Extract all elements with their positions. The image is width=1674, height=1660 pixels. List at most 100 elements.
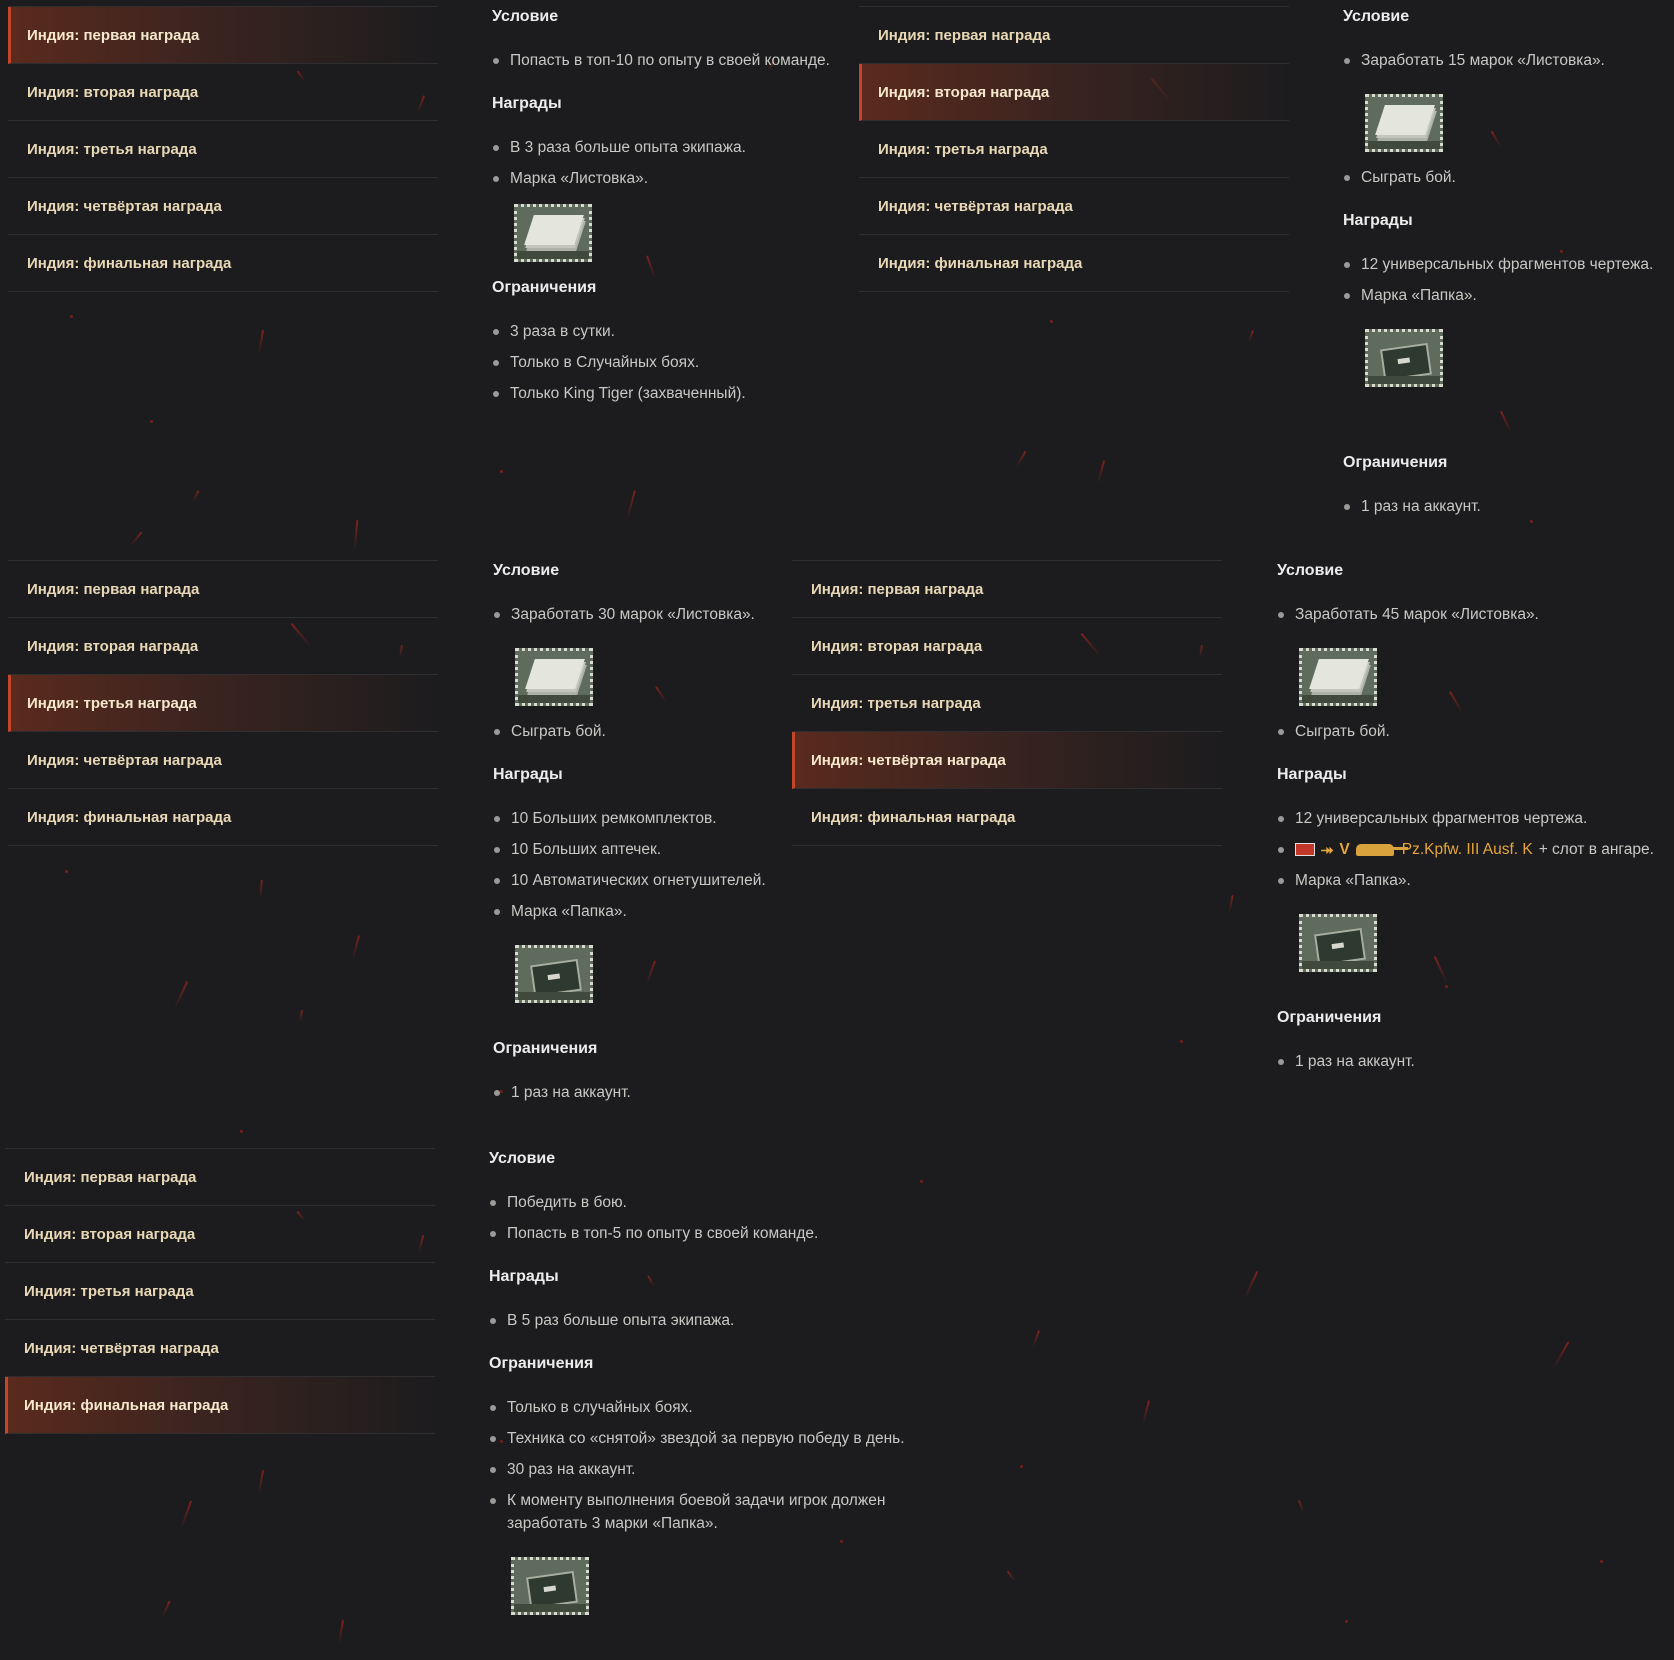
restrictions-list: Только в случайных боях. Техника со «сня… (489, 1396, 909, 1535)
menu-item-first[interactable]: Индия: первая награда (8, 561, 438, 618)
ember-spark (1031, 1330, 1041, 1348)
quest-detail-2: Условие Заработать 15 марок «Листовка». … (1343, 5, 1673, 518)
menu-item-final[interactable]: Индия: финальная награда (8, 789, 438, 846)
menu-item-fourth[interactable]: Индия: четвёртая награда (8, 732, 438, 789)
condition-item: Заработать 30 марок «Листовка». (493, 603, 793, 626)
menu-item-final[interactable]: Индия: финальная награда (859, 235, 1289, 292)
rewards-list: 10 Больших ремкомплектов. 10 Больших апт… (493, 807, 793, 923)
reward-item: 12 универсальных фрагментов чертежа. (1343, 253, 1673, 276)
quest-menu-3: Индия: первая награда Индия: вторая нагр… (8, 560, 438, 846)
rewards-heading: Награды (489, 1268, 559, 1285)
menu-item-first[interactable]: Индия: первая награда (5, 1149, 435, 1206)
condition-list: Сыграть бой. (1277, 720, 1673, 743)
ember-dot (1180, 1040, 1183, 1043)
ember-spark (1096, 460, 1106, 484)
ember-spark (353, 519, 359, 551)
restrictions-heading: Ограничения (492, 279, 597, 296)
ember-spark (1228, 894, 1234, 914)
menu-item-third[interactable]: Индия: третья награда (8, 121, 438, 178)
reward-item: 12 универсальных фрагментов чертежа. (1277, 807, 1673, 830)
menu-item-fourth[interactable]: Индия: четвёртая награда (859, 178, 1289, 235)
restrictions-list: 1 раз на аккаунт. (1343, 495, 1673, 518)
menu-item-second[interactable]: Индия: вторая награда (859, 64, 1289, 121)
menu-item-final[interactable]: Индия: финальная награда (8, 235, 438, 292)
rewards-heading: Награды (493, 766, 563, 783)
condition-heading: Условие (492, 8, 559, 25)
condition-heading: Условие (1277, 562, 1344, 579)
ember-dot (240, 1130, 243, 1133)
menu-item-third[interactable]: Индия: третья награда (5, 1263, 435, 1320)
tank-name-link[interactable]: Pz.Kpfw. III Ausf. K (1402, 841, 1533, 858)
restrictions-list: 3 раза в сутки. Только в Случайных боях.… (492, 320, 852, 405)
restriction-item: 3 раза в сутки. (492, 320, 852, 343)
reward-item: 10 Автоматических огнетушителей. (493, 869, 793, 892)
condition-list: Сыграть бой. (493, 720, 793, 743)
ember-spark (1298, 1500, 1304, 1512)
restrictions-heading: Ограничения (493, 1040, 598, 1057)
restriction-item: 1 раз на аккаунт. (493, 1081, 793, 1104)
ember-dot (70, 315, 73, 318)
ember-spark (192, 490, 200, 502)
rewards-heading: Награды (1343, 212, 1413, 229)
ember-dot (1050, 320, 1053, 323)
restrictions-list: 1 раз на аккаунт. (493, 1081, 793, 1104)
restrictions-heading: Ограничения (1343, 454, 1448, 471)
condition-item: Сыграть бой. (493, 720, 793, 743)
premium-tank-icon (1355, 843, 1408, 856)
ember-dot (920, 1180, 923, 1183)
reward-item: В 5 раз больше опыта экипажа. (489, 1309, 909, 1332)
ember-dot (150, 420, 153, 423)
restriction-item: 1 раз на аккаунт. (1277, 1050, 1673, 1073)
ember-spark (179, 1500, 193, 1530)
menu-item-first[interactable]: Индия: первая награда (8, 7, 438, 64)
menu-item-fourth[interactable]: Индия: четвёртая награда (792, 732, 1222, 789)
ember-spark (351, 935, 361, 959)
restrictions-list: 1 раз на аккаунт. (1277, 1050, 1673, 1073)
rewards-list: В 5 раз больше опыта экипажа. (489, 1309, 909, 1332)
rewards-heading: Награды (1277, 766, 1347, 783)
rewards-list: 12 универсальных фрагментов чертежа. ⯮ V P… (1277, 807, 1673, 892)
quest-menu-5: Индия: первая награда Индия: вторая нагр… (5, 1148, 435, 1434)
ember-spark (1552, 1341, 1570, 1369)
menu-item-first[interactable]: Индия: первая награда (792, 561, 1222, 618)
ember-dot (1600, 1560, 1603, 1563)
restriction-item: 1 раз на аккаунт. (1343, 495, 1673, 518)
menu-item-third[interactable]: Индия: третья награда (792, 675, 1222, 732)
condition-item: Заработать 15 марок «Листовка». (1343, 49, 1673, 72)
reward-item: Марка «Папка». (1277, 869, 1673, 892)
condition-item: Сыграть бой. (1277, 720, 1673, 743)
restriction-item: Только King Tiger (захваченный). (492, 382, 852, 405)
rewards-list: В 3 раза больше опыта экипажа. Марка «Ли… (492, 136, 852, 190)
ember-spark (1248, 330, 1254, 342)
condition-item: Попасть в топ-5 по опыту в своей команде… (489, 1222, 909, 1245)
ember-dot (65, 870, 68, 873)
condition-list: Заработать 15 марок «Листовка». (1343, 49, 1673, 72)
ember-spark (626, 490, 636, 520)
menu-item-second[interactable]: Индия: вторая награда (792, 618, 1222, 675)
menu-item-second[interactable]: Индия: вторая награда (5, 1206, 435, 1263)
condition-list: Победить в бою. Попасть в топ-5 по опыту… (489, 1191, 909, 1245)
germany-flag-icon (1295, 843, 1315, 857)
menu-item-second[interactable]: Индия: вторая награда (8, 618, 438, 675)
menu-item-second[interactable]: Индия: вторая награда (8, 64, 438, 121)
ember-dot (1020, 1465, 1023, 1468)
condition-heading: Условие (489, 1150, 556, 1167)
reward-item: 10 Больших ремкомплектов. (493, 807, 793, 830)
menu-item-third[interactable]: Индия: третья награда (859, 121, 1289, 178)
quest-detail-3: Условие Заработать 30 марок «Листовка». … (493, 559, 793, 1104)
leaflet-stamp-icon (1365, 94, 1443, 152)
menu-item-fourth[interactable]: Индия: четвёртая награда (5, 1320, 435, 1377)
tank-tier: V (1339, 841, 1350, 858)
ember-spark (298, 1009, 304, 1023)
menu-item-fourth[interactable]: Индия: четвёртая награда (8, 178, 438, 235)
tank-reward-suffix: + слот в ангаре. (1538, 841, 1654, 858)
quest-menu-1: Индия: первая награда Индия: вторая нагр… (8, 6, 438, 292)
menu-item-third[interactable]: Индия: третья награда (8, 675, 438, 732)
ember-spark (259, 879, 263, 899)
restrictions-heading: Ограничения (1277, 1009, 1382, 1026)
rewards-heading: Награды (492, 95, 562, 112)
menu-item-final[interactable]: Индия: финальная награда (5, 1377, 435, 1434)
menu-item-final[interactable]: Индия: финальная награда (792, 789, 1222, 846)
menu-item-first[interactable]: Индия: первая награда (859, 7, 1289, 64)
quest-menu-4: Индия: первая награда Индия: вторая нагр… (792, 560, 1222, 846)
